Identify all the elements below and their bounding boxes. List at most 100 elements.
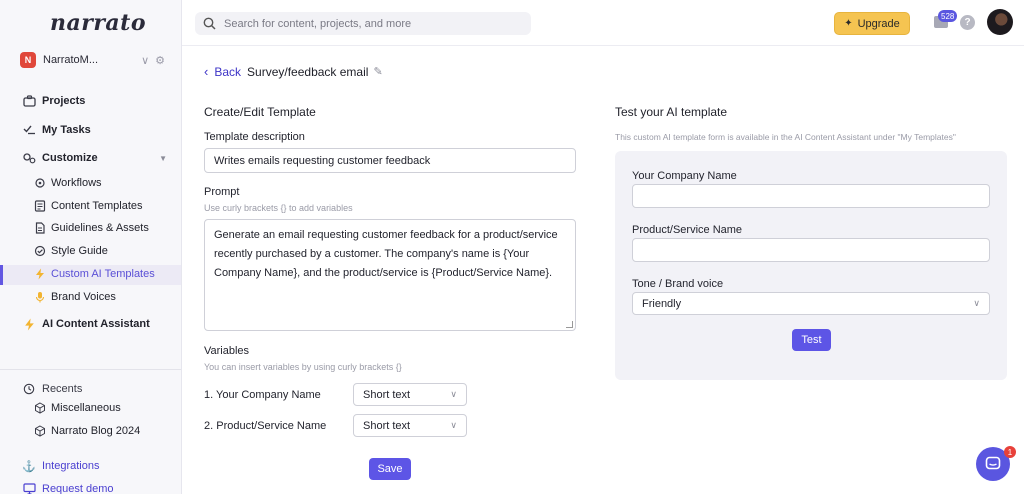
sidebar-item-label: AI Content Assistant [42,318,150,330]
document-icon [34,222,46,234]
sidebar-item-label: Guidelines & Assets [51,222,149,234]
sidebar-item-label: Custom AI Templates [51,268,155,280]
help-icon[interactable]: ? [960,15,975,30]
chat-icon [985,456,1001,470]
sidebar-item-customize[interactable]: Customize ▼ [22,151,167,165]
sidebar-item-label: Customize [42,152,98,164]
sidebar-item-label: Integrations [42,460,100,472]
description-input[interactable]: Writes emails requesting customer feedba… [204,148,576,173]
user-avatar[interactable] [987,9,1013,35]
sidebar-item-custom-ai-templates[interactable]: Custom AI Templates [34,268,155,280]
page-title: Survey/feedback email [247,64,369,79]
description-label: Template description [204,131,305,143]
search-input[interactable] [224,17,524,30]
recent-item[interactable]: Narrato Blog 2024 [34,425,140,437]
sidebar-item-my-tasks[interactable]: My Tasks [22,123,91,137]
prompt-line: Company Name}, and the product/service i… [214,267,553,279]
recents-label: Recents [42,383,83,395]
test-hint: This custom AI template form is availabl… [615,132,956,142]
variables-hint: You can insert variables by using curly … [204,362,402,372]
chat-notification-badge: 1 [1004,446,1016,458]
cube-icon [34,425,46,437]
company-name-label: Your Company Name [632,170,737,182]
sidebar-item-brand-voices[interactable]: Brand Voices [34,291,116,303]
app-logo[interactable]: narrato [50,10,146,36]
template-icon [34,200,46,212]
recent-item-label: Narrato Blog 2024 [51,425,141,437]
lightning-icon [22,317,36,331]
test-button[interactable]: Test [792,329,831,351]
variable-type-select[interactable]: Short text ∨ [353,414,467,437]
prompt-hint: Use curly brackets {} to add variables [204,203,353,213]
cogs-icon [22,151,36,165]
search-bar[interactable] [195,12,531,35]
chevron-left-icon: ‹ [204,64,209,79]
form-heading: Create/Edit Template [204,105,316,119]
top-bar: ✦ Upgrade 528 ? [182,0,1024,46]
sidebar-item-projects[interactable]: Projects [22,94,85,108]
prompt-textarea[interactable]: Generate an email requesting customer fe… [204,219,576,331]
page-header: ‹ Back Survey/feedback email ✎ [204,64,383,79]
upgrade-label: Upgrade [857,17,900,30]
sidebar-item-workflows[interactable]: Workflows [34,177,102,189]
recent-item-label: Miscellaneous [51,402,121,414]
sidebar-item-label: Request demo [42,483,114,494]
resize-handle[interactable] [566,321,573,328]
company-name-input[interactable] [632,184,990,208]
clock-icon [22,382,36,396]
lightning-icon [34,268,46,280]
chevron-down-icon[interactable]: ∨ [141,54,149,67]
back-label: Back [214,64,242,79]
active-item-indicator [0,265,3,285]
check-circle-icon [34,245,46,257]
sidebar-item-label: Style Guide [51,245,108,257]
sidebar-item-ai-content-assistant[interactable]: AI Content Assistant [22,317,150,331]
sidebar-item-request-demo[interactable]: Request demo [22,482,114,494]
tone-select[interactable]: Friendly ∨ [632,292,990,315]
chevron-down-icon: ∨ [450,389,457,399]
edit-icon[interactable]: ✎ [373,65,382,78]
sidebar-item-label: Content Templates [51,200,143,212]
search-icon [203,17,216,30]
workflow-icon [34,177,46,189]
variable-name: 2. Product/Service Name [204,420,327,432]
sidebar-item-guidelines[interactable]: Guidelines & Assets [34,222,149,234]
workspace-switcher[interactable]: N NarratoM... ∨ ⚙ [20,51,165,69]
back-link[interactable]: ‹ Back [204,64,241,79]
sidebar: narrato N NarratoM... ∨ ⚙ Projects My Ta… [0,0,182,494]
inbox-count-badge: 528 [938,10,958,22]
sidebar-item-label: Brand Voices [51,291,116,303]
gear-icon[interactable]: ⚙ [155,54,165,67]
microphone-icon [34,291,46,303]
product-name-label: Product/Service Name [632,224,743,236]
cube-icon [34,402,46,414]
sidebar-item-label: My Tasks [42,124,91,136]
description-value: Writes emails requesting customer feedba… [214,154,431,167]
variable-type-value: Short text [363,419,411,432]
product-name-input[interactable] [632,238,990,262]
variables-label: Variables [204,345,250,357]
chevron-down-icon: ∨ [973,298,980,308]
workspace-name: NarratoM... [43,54,99,66]
chevron-down-icon: ∨ [450,420,457,430]
caret-down-icon[interactable]: ▼ [159,154,167,163]
tone-label: Tone / Brand voice [632,278,724,290]
anchor-icon: ⚓ [22,460,36,473]
sidebar-item-integrations[interactable]: ⚓ Integrations [22,459,99,473]
sidebar-item-label: Workflows [51,177,102,189]
checklist-icon [22,123,36,137]
variable-type-value: Short text [363,388,411,401]
recent-item[interactable]: Miscellaneous [34,402,121,414]
workspace-badge: N [20,52,36,68]
variable-name: 1. Your Company Name [204,389,321,401]
sidebar-item-style-guide[interactable]: Style Guide [34,245,108,257]
sidebar-item-label: Projects [42,95,86,107]
save-button[interactable]: Save [369,458,411,480]
monitor-icon [22,482,36,494]
sidebar-divider [0,369,181,370]
prompt-line: recently purchased by a customer. The co… [214,248,530,260]
tone-value: Friendly [642,297,682,310]
variable-type-select[interactable]: Short text ∨ [353,383,467,406]
upgrade-button[interactable]: ✦ Upgrade [834,12,910,35]
sidebar-item-content-templates[interactable]: Content Templates [34,200,143,212]
